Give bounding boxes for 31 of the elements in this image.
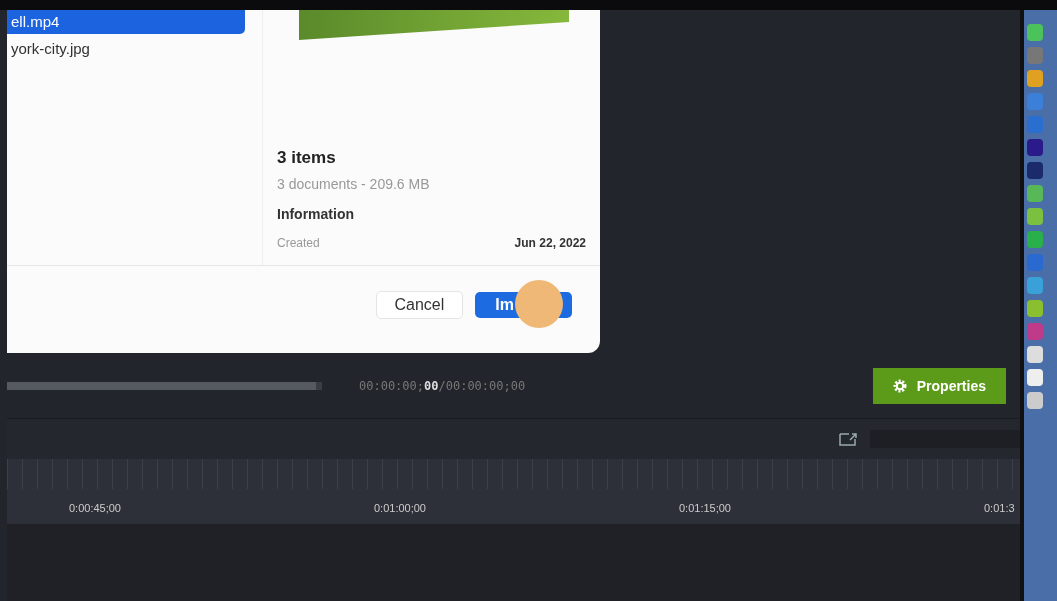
time-label: 0:01:15;00: [679, 502, 732, 514]
cancel-button[interactable]: Cancel: [375, 290, 464, 319]
export-icon[interactable]: [838, 431, 858, 447]
app-icon[interactable]: [1027, 346, 1043, 363]
time-label: 0:01:00;00: [374, 502, 427, 514]
app-icon[interactable]: [1027, 24, 1043, 41]
app-icon[interactable]: [1027, 231, 1043, 248]
app-icon[interactable]: [1027, 369, 1043, 386]
app-icon[interactable]: [1027, 300, 1043, 317]
preview-title: 3 items: [277, 148, 337, 168]
app-icon[interactable]: [1027, 162, 1043, 179]
info-label: Created: [277, 236, 320, 250]
app-icon[interactable]: [1027, 139, 1043, 156]
app-icon[interactable]: [1027, 93, 1043, 110]
cursor-highlight: [515, 279, 564, 328]
preview-subtitle: 3 documents - 209.6 MB: [277, 176, 431, 192]
app-icon[interactable]: [1027, 47, 1043, 64]
app-icon[interactable]: [1027, 208, 1043, 225]
time-label: 0:01:3: [984, 502, 1015, 514]
timecode: 00:00:00;00/00:00:00;00: [359, 378, 526, 393]
app-icon[interactable]: [1027, 185, 1043, 202]
section-heading: Information: [277, 206, 355, 222]
app-icon[interactable]: [1027, 392, 1043, 409]
time-label: 0:00:45;00: [69, 502, 122, 514]
app-icon[interactable]: [1027, 277, 1043, 294]
file-item[interactable]: ell.mp4: [7, 10, 245, 34]
app-icon[interactable]: [1027, 323, 1043, 340]
gear-icon: [892, 378, 907, 393]
file-item[interactable]: york-city.jpg: [7, 37, 262, 61]
info-value: Jun 22, 2022: [514, 236, 586, 250]
app-icon[interactable]: [1027, 70, 1043, 87]
